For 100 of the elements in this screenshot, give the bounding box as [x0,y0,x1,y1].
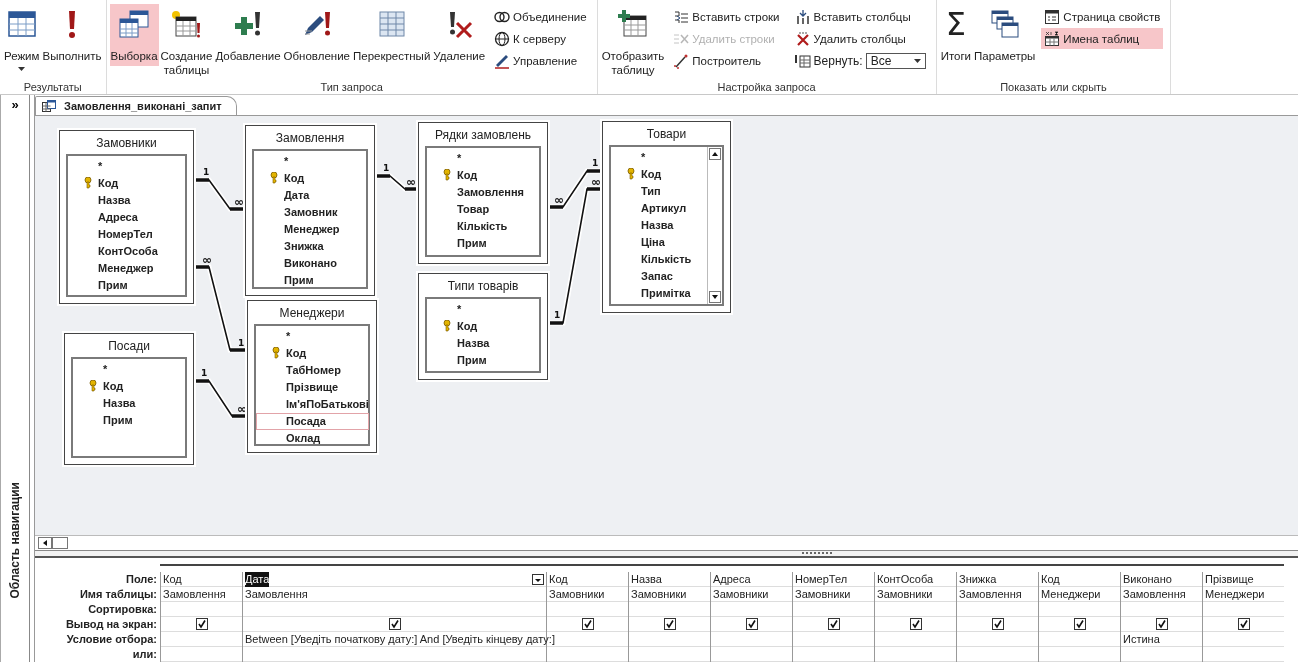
table-window[interactable]: Менеджери * Код ТабНомер Прізвище Ім'яПоБатькові Посада Оклад [247,299,377,453]
checkbox[interactable] [388,618,401,630]
field-item[interactable]: Оклад [256,429,369,447]
field-item[interactable]: * [73,360,184,378]
field-item[interactable]: * [68,157,184,175]
table-window[interactable]: Типи товарів * Код Назва Прим [418,272,548,380]
ribbon-button[interactable]: Построитель [670,50,783,71]
navigation-pane-label[interactable]: Область навигации [8,481,22,598]
field-item[interactable]: ТабНомер [256,361,369,379]
field-item[interactable]: КонтОсоба [68,242,184,260]
dropdown-icon[interactable] [532,573,544,585]
field-item[interactable]: Кількість [611,250,706,268]
checkbox[interactable] [195,618,208,630]
table-cell[interactable]: Менеджери [1039,587,1120,602]
field-cell[interactable]: Знижка [957,572,1038,587]
field-item[interactable]: Посада [256,412,369,430]
field-item[interactable]: Артикул [611,199,706,217]
return-dropdown[interactable]: Все [865,52,926,69]
field-item[interactable]: Менеджер [68,259,184,277]
field-item[interactable]: * [254,152,365,170]
expand-button[interactable]: » [11,95,19,114]
field-item[interactable]: Назва [611,216,706,234]
criteria-cell[interactable]: Between [Уведіть початкову дату:] And [Уведіть кінцеву дату:] [245,633,555,645]
table-cell[interactable]: Замовники [629,587,710,602]
field-cell[interactable]: Виконано [1121,572,1202,587]
field-item[interactable]: Адреса [68,208,184,226]
ribbon-button[interactable]: Параметры [973,4,1037,66]
field-item[interactable]: * [611,148,706,166]
field-cell[interactable]: Код [161,572,242,587]
field-cell[interactable]: Код [1039,572,1120,587]
ribbon-button[interactable]: Удаление [432,4,487,66]
checkbox[interactable] [1155,618,1168,630]
table-cell[interactable]: Замовники [793,587,874,602]
field-item[interactable]: Код [611,165,706,183]
checkbox[interactable] [663,618,676,630]
field-cell[interactable]: НомерТел [793,572,874,587]
ribbon-button[interactable]: К серверу [491,28,590,49]
ribbon-button[interactable]: Создание таблицы [159,4,214,80]
field-item[interactable]: Код [427,317,538,335]
ribbon-button[interactable]: Имена таблиц [1041,28,1164,49]
scroll-up-icon[interactable] [709,147,721,160]
field-cell[interactable]: КонтОсоба [875,572,956,587]
table-cell[interactable]: Замовники [711,587,792,602]
field-item[interactable]: Замовник [254,203,365,221]
table-cell[interactable]: Замовники [875,587,956,602]
table-window[interactable]: Товари * Код Тип Артикул Назва Ціна Кількість Запас Примітка [602,120,731,313]
table-cell[interactable]: Замовлення [957,587,1038,602]
pane-splitter[interactable] [35,550,1298,558]
field-item[interactable]: НомерТел [68,225,184,243]
ribbon-button[interactable]: Режим [3,4,41,74]
checkbox[interactable] [991,618,1004,630]
field-item[interactable]: Дата [254,186,365,204]
field-item[interactable]: Кількість [427,217,538,235]
document-tab[interactable]: Замовлення_виконані_запит [35,95,237,115]
table-cell[interactable]: Менеджери [1203,587,1284,602]
checkbox[interactable] [1073,618,1086,630]
field-item[interactable]: Код [254,169,365,187]
field-item[interactable]: Назва [427,334,538,352]
scroll-left-icon[interactable] [38,537,52,550]
field-cell[interactable]: Дата [243,572,546,587]
field-cell[interactable]: Адреса [711,572,792,587]
field-item[interactable]: Код [68,174,184,192]
field-item[interactable]: Код [73,377,184,395]
field-cell[interactable]: Назва [629,572,710,587]
field-item[interactable]: Товар [427,200,538,218]
field-item[interactable]: Назва [68,191,184,209]
checkbox[interactable] [909,618,922,630]
table-window[interactable]: Посади * Код Назва Прим [64,332,194,465]
ribbon-button[interactable]: Объединение [491,6,590,27]
field-item[interactable]: Прим [68,276,184,294]
ribbon-button[interactable]: Выборка [109,4,159,66]
field-item[interactable]: Прим [254,271,365,289]
table-window[interactable]: Рядки замовлень * Код Замовлення Товар Кількість Прим [418,121,548,264]
table-cell[interactable]: Замовлення [161,587,242,602]
field-item[interactable]: Менеджер [254,220,365,238]
field-item[interactable]: Виконано [254,254,365,272]
criteria-cell[interactable]: Истина [1123,633,1160,645]
table-window[interactable]: Замовлення * Код Дата Замовник Менеджер Знижка Виконано Прим [245,124,375,296]
field-item[interactable]: * [256,327,369,345]
field-item[interactable]: Прим [73,411,184,429]
field-item[interactable]: * [427,149,538,167]
checkbox[interactable] [1237,618,1250,630]
field-item[interactable]: Прим [427,234,538,252]
field-item[interactable]: Код [427,166,538,184]
checkbox[interactable] [827,618,840,630]
ribbon-button[interactable]: Вставить строки [670,6,783,27]
checkbox[interactable] [745,618,758,630]
field-item[interactable]: * [427,300,538,318]
field-item[interactable]: Ім'яПоБатькові [256,395,369,413]
field-item[interactable]: Прим [427,351,538,369]
horizontal-scrollbar[interactable] [35,535,1298,551]
ribbon-button[interactable]: Страница свойств [1041,6,1164,27]
field-item[interactable]: Назва [73,394,184,412]
field-item[interactable]: Прізвище [256,378,369,396]
table-cell[interactable]: Замовники [547,587,628,602]
field-item[interactable]: Знижка [254,237,365,255]
ribbon-button[interactable]: Отобразить таблицу [600,4,666,80]
ribbon-button[interactable]: Выполнить [41,4,103,66]
field-item[interactable]: Замовлення [427,183,538,201]
scrollbar[interactable] [707,146,722,304]
